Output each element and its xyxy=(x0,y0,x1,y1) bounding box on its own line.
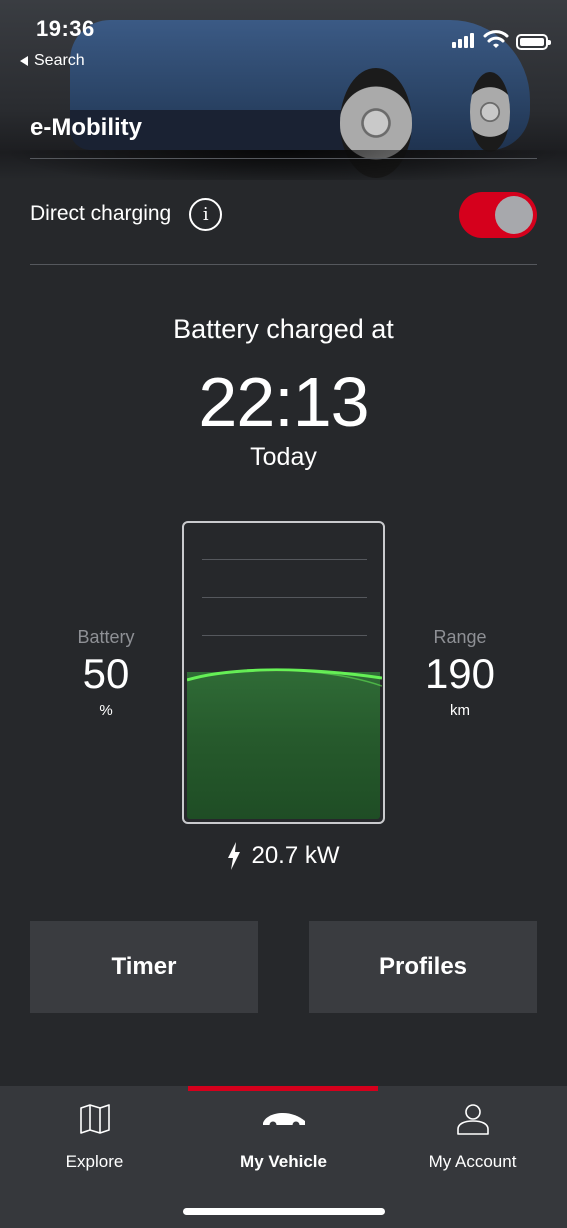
gauge-gridline xyxy=(202,597,367,598)
wifi-icon xyxy=(483,30,509,48)
back-to-search-link[interactable]: Search xyxy=(20,52,85,70)
info-icon[interactable]: i xyxy=(189,197,223,231)
charging-power-value: 20.7 kW xyxy=(251,842,340,869)
battery-level-gauge xyxy=(182,521,385,824)
vehicle-shadow xyxy=(0,150,567,180)
direct-charging-toggle[interactable] xyxy=(459,192,537,238)
tab-explore[interactable]: Explore xyxy=(0,1102,189,1182)
back-arrow-icon xyxy=(20,56,28,66)
gauge-gridline xyxy=(202,635,367,636)
direct-charging-row: Direct charging i xyxy=(30,190,537,238)
battery-stat-label: Battery xyxy=(77,627,135,647)
range-stat: Range 190 km xyxy=(395,627,525,719)
charged-at-heading: Battery charged at xyxy=(173,314,394,344)
lightning-bolt-icon xyxy=(228,842,241,870)
charge-complete-time: 22:13 xyxy=(198,363,369,441)
battery-level-fill xyxy=(187,672,380,819)
status-time: 19:36 xyxy=(36,16,95,41)
active-tab-indicator xyxy=(188,1086,378,1091)
bottom-tab-bar: Explore My Vehicle My Account xyxy=(0,1086,567,1228)
tab-my-account[interactable]: My Account xyxy=(378,1102,567,1182)
map-icon xyxy=(79,1104,110,1134)
cellular-signal-icon xyxy=(452,33,474,48)
direct-charging-label: Direct charging xyxy=(30,202,172,225)
section-divider xyxy=(30,264,537,265)
gauge-gridline xyxy=(202,559,367,560)
page-title: e-Mobility xyxy=(30,114,142,141)
user-icon xyxy=(456,1104,489,1135)
charge-wave xyxy=(187,668,382,687)
timer-button[interactable]: Timer xyxy=(30,921,258,1013)
battery-stat: Battery 50 % xyxy=(41,627,171,719)
battery-stat-value: 50 xyxy=(82,650,130,697)
tab-my-vehicle[interactable]: My Vehicle xyxy=(189,1102,378,1182)
range-stat-value: 190 xyxy=(424,650,496,697)
tab-my-vehicle-label: My Vehicle xyxy=(240,1152,327,1171)
info-icon-glyph: i xyxy=(202,203,209,225)
tab-explore-label: Explore xyxy=(65,1152,124,1171)
battery-full-icon xyxy=(516,34,551,50)
charging-power: 20.7 kW xyxy=(0,842,567,870)
range-stat-label: Range xyxy=(433,627,487,647)
back-link-label: Search xyxy=(34,52,85,69)
header-divider xyxy=(30,158,537,159)
car-icon xyxy=(262,1113,305,1129)
profiles-button[interactable]: Profiles xyxy=(309,921,537,1013)
range-stat-unit: km xyxy=(450,702,470,719)
home-indicator xyxy=(183,1208,385,1215)
battery-stat-unit: % xyxy=(99,702,113,719)
toggle-knob xyxy=(495,196,533,234)
charge-complete-day: Today xyxy=(250,443,317,471)
vehicle-rear-wheel xyxy=(470,72,510,152)
tab-my-account-label: My Account xyxy=(428,1152,517,1171)
status-bar: 19:36 Search xyxy=(0,0,567,80)
